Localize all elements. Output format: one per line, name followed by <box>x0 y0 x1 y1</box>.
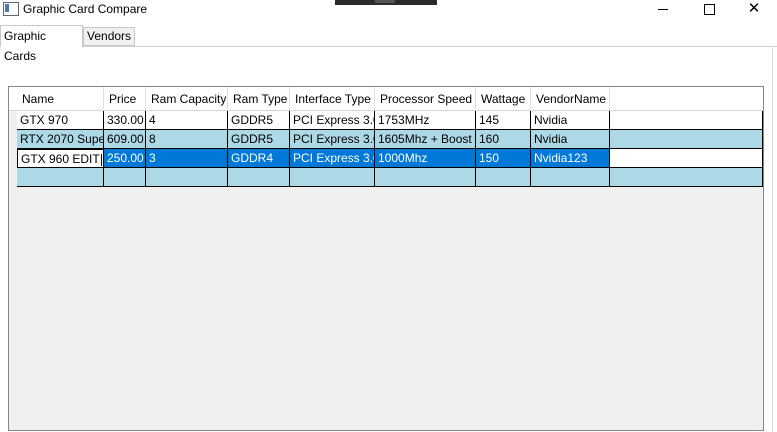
column-header-ram-type[interactable]: Ram Type <box>228 87 290 111</box>
column-header-price[interactable]: Price <box>104 87 146 111</box>
column-header-vendor-name[interactable]: VendorName <box>531 87 610 111</box>
cell-price[interactable]: 250.00 <box>104 149 146 168</box>
cell-processor-speed[interactable]: 1000Mhz <box>375 149 476 168</box>
row-filler <box>610 130 763 149</box>
header-filler <box>610 87 763 111</box>
column-header-ram-capacity[interactable]: Ram Capacity <box>146 87 228 111</box>
cell-interface-type[interactable]: PCI Express 3.0 <box>290 130 375 149</box>
title-bar: Graphic Card Compare ✕ <box>0 0 777 22</box>
table-row[interactable]: GTX 960 EDIT 250.00 3 GDDR4 PCI Express 3.0 1… <box>9 149 763 168</box>
cell-ram-capacity[interactable]: 3 <box>146 149 228 168</box>
cell-wattage[interactable]: 160 <box>476 130 531 149</box>
column-header-name[interactable]: Name <box>17 87 104 111</box>
graphic-cards-grid[interactable]: Name Price Ram Capacity Ram Type Interface T… <box>8 86 764 431</box>
row-header[interactable] <box>9 168 17 187</box>
cell-ram-capacity[interactable] <box>146 168 228 187</box>
close-button[interactable]: ✕ <box>731 0 777 18</box>
drag-handle[interactable] <box>335 0 437 5</box>
tab-strip: Graphic Cards Vendors <box>0 25 777 63</box>
cell-vendor-name[interactable]: Nvidia <box>531 130 610 149</box>
row-header[interactable] <box>9 149 17 168</box>
tab-graphic-cards[interactable]: Graphic Cards <box>0 25 83 63</box>
row-filler <box>610 168 763 187</box>
column-header-interface-type[interactable]: Interface Type <box>290 87 375 111</box>
cell-vendor-name[interactable] <box>531 168 610 187</box>
row-header[interactable] <box>9 111 17 130</box>
maximize-button[interactable] <box>686 0 732 18</box>
cell-ram-type[interactable]: GDDR4 <box>228 149 290 168</box>
tab-divider <box>0 46 777 47</box>
cell-ram-type[interactable] <box>228 168 290 187</box>
window-title: Graphic Card Compare <box>23 2 148 16</box>
minimize-icon <box>658 8 668 10</box>
cell-price[interactable]: 330.00 <box>104 111 146 130</box>
cell-ram-type[interactable]: GDDR5 <box>228 130 290 149</box>
edit-text[interactable]: GTX 960 EDIT <box>21 152 100 166</box>
cell-processor-speed[interactable] <box>375 168 476 187</box>
panel-border <box>772 47 773 432</box>
cell-processor-speed[interactable]: 1753MHz <box>375 111 476 130</box>
maximize-icon <box>703 3 715 15</box>
cell-processor-speed[interactable]: 1605Mhz + Boost <box>375 130 476 149</box>
row-header[interactable] <box>9 130 17 149</box>
cell-price[interactable] <box>104 168 146 187</box>
row-filler <box>610 111 763 130</box>
cell-ram-capacity[interactable]: 4 <box>146 111 228 130</box>
cell-interface-type[interactable]: PCI Express 3.0 <box>290 111 375 130</box>
minimize-button[interactable] <box>640 0 686 18</box>
text-caret <box>100 153 102 166</box>
cell-price[interactable]: 609.00 <box>104 130 146 149</box>
app-icon <box>3 2 19 16</box>
cell-wattage[interactable]: 145 <box>476 111 531 130</box>
cell-name-editor[interactable]: GTX 960 EDIT <box>17 149 104 168</box>
cell-interface-type[interactable]: PCI Express 3.0 <box>290 149 375 168</box>
table-row[interactable]: RTX 2070 Super 609.00 8 GDDR5 PCI Express 3.… <box>9 130 763 149</box>
cell-name[interactable]: RTX 2070 Super <box>17 130 104 149</box>
cell-vendor-name[interactable]: Nvidia <box>531 111 610 130</box>
cell-ram-type[interactable]: GDDR5 <box>228 111 290 130</box>
grid-header-row: Name Price Ram Capacity Ram Type Interface T… <box>9 87 763 112</box>
cell-vendor-name[interactable]: Nvidia123 <box>531 149 610 168</box>
table-row[interactable]: GTX 970 330.00 4 GDDR5 PCI Express 3.0 1753MH… <box>9 111 763 130</box>
column-header-wattage[interactable]: Wattage <box>476 87 531 111</box>
cell-wattage[interactable]: 150 <box>476 149 531 168</box>
new-item-row[interactable] <box>9 168 763 187</box>
cell-ram-capacity[interactable]: 8 <box>146 130 228 149</box>
cell-name[interactable]: GTX 970 <box>17 111 104 130</box>
row-filler <box>610 149 763 168</box>
cell-wattage[interactable] <box>476 168 531 187</box>
cell-interface-type[interactable] <box>290 168 375 187</box>
header-corner <box>9 87 17 111</box>
column-header-processor-speed[interactable]: Processor Speed <box>375 87 476 111</box>
tab-vendors[interactable]: Vendors <box>83 27 135 46</box>
close-icon: ✕ <box>747 0 761 17</box>
cell-name[interactable] <box>17 168 104 187</box>
